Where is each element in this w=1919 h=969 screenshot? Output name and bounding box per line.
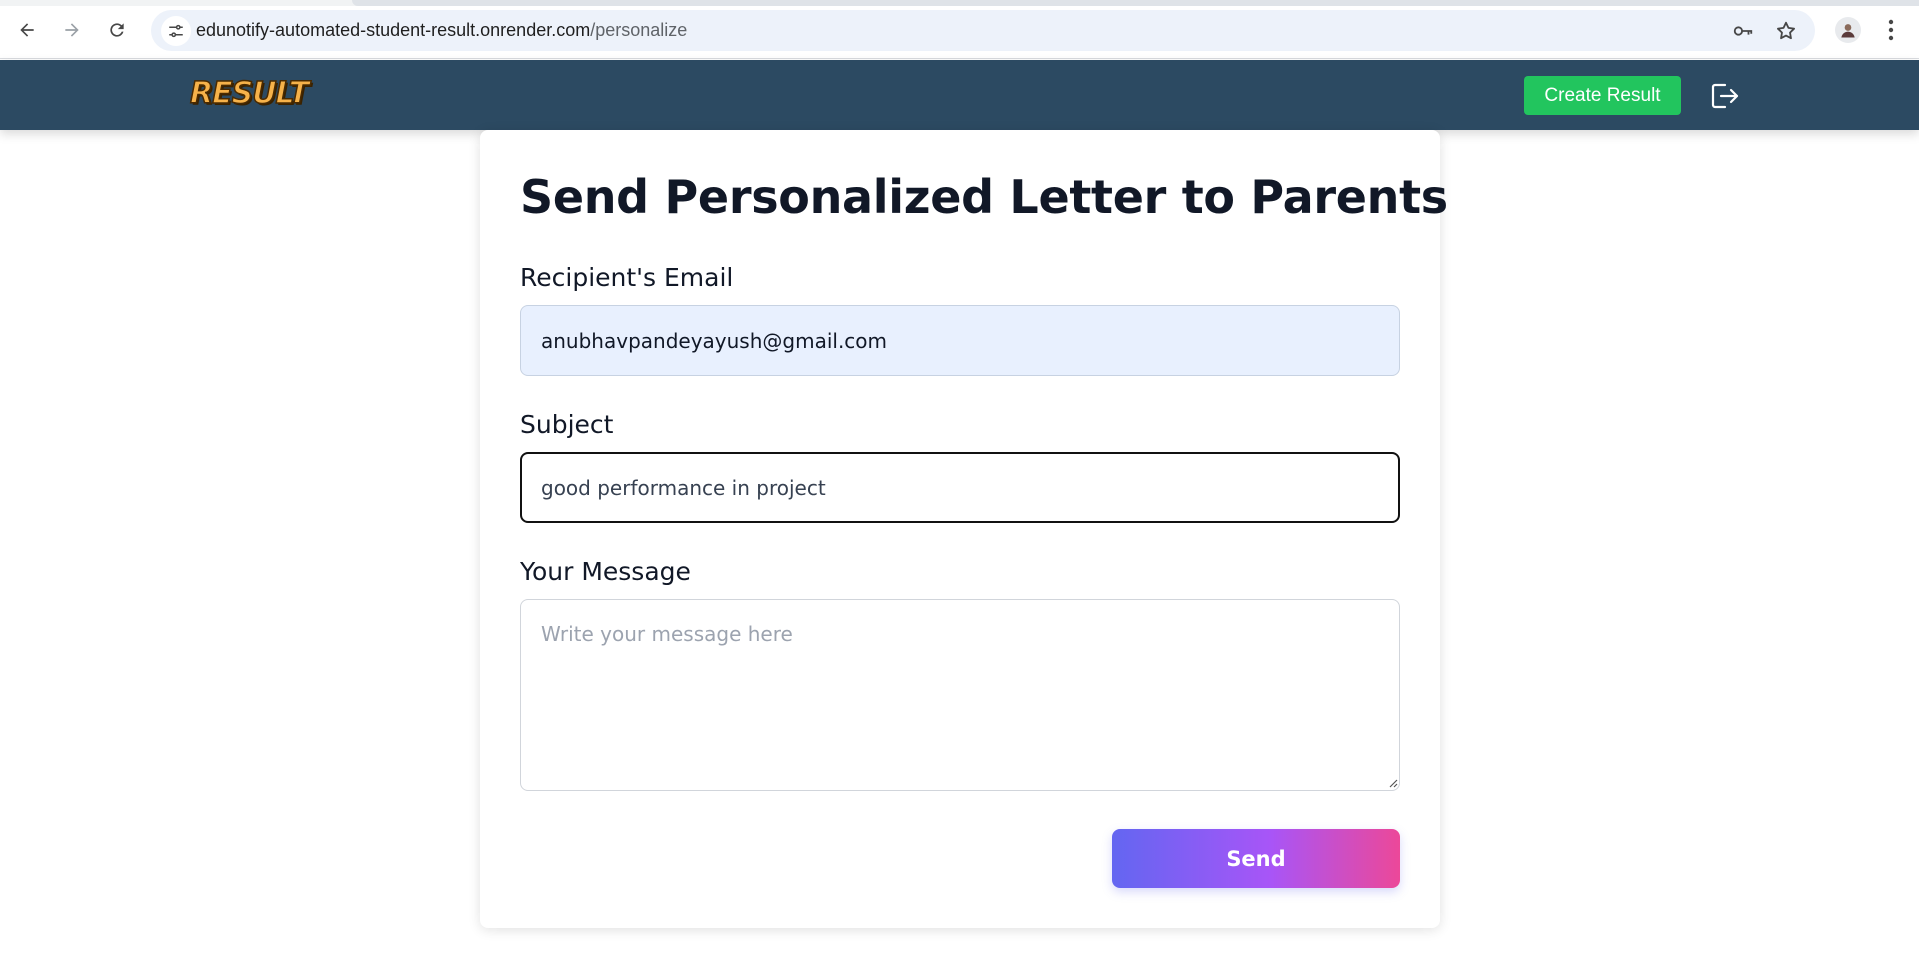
arrow-right-icon [65, 23, 79, 37]
message-textarea[interactable] [520, 599, 1400, 791]
tab-strip-edge [352, 0, 1919, 6]
create-result-button[interactable]: Create Result [1524, 76, 1681, 115]
letter-form-card: Send Personalized Letter to Parents Reci… [480, 130, 1448, 928]
forward-button[interactable] [56, 14, 88, 46]
subject-field[interactable] [520, 452, 1400, 523]
send-button[interactable]: Send [1112, 829, 1400, 888]
url-host: edunotify-automated-student-result.onren… [196, 20, 591, 40]
resize-handle-icon[interactable] [1388, 778, 1398, 788]
back-button[interactable] [11, 14, 43, 46]
app-navbar: RESULT Create Result [0, 60, 1919, 130]
avatar[interactable] [1835, 17, 1861, 43]
key-icon[interactable] [1732, 20, 1754, 42]
url-text[interactable]: edunotify-automated-student-result.onren… [196, 20, 687, 41]
tab-strip [0, 0, 1919, 6]
arrow-left-icon [20, 23, 34, 37]
reload-button[interactable] [101, 14, 133, 46]
page-title: Send Personalized Letter to Parents [520, 170, 1448, 224]
message-label: Your Message [520, 557, 691, 586]
url-path: /personalize [590, 20, 688, 40]
reload-icon [110, 23, 124, 37]
subject-label: Subject [520, 410, 614, 439]
avatar-icon [1841, 24, 1855, 38]
email-field[interactable] [520, 305, 1400, 376]
star-icon[interactable] [1775, 20, 1797, 42]
logout-icon[interactable] [1710, 82, 1740, 110]
tune-icon[interactable] [161, 16, 191, 46]
logo[interactable]: RESULT [189, 75, 310, 112]
more-vert-icon[interactable] [1879, 16, 1903, 44]
email-label: Recipient's Email [520, 263, 734, 292]
address-bar[interactable]: edunotify-automated-student-result.onren… [151, 10, 1815, 51]
browser-toolbar: edunotify-automated-student-result.onren… [0, 0, 1919, 59]
